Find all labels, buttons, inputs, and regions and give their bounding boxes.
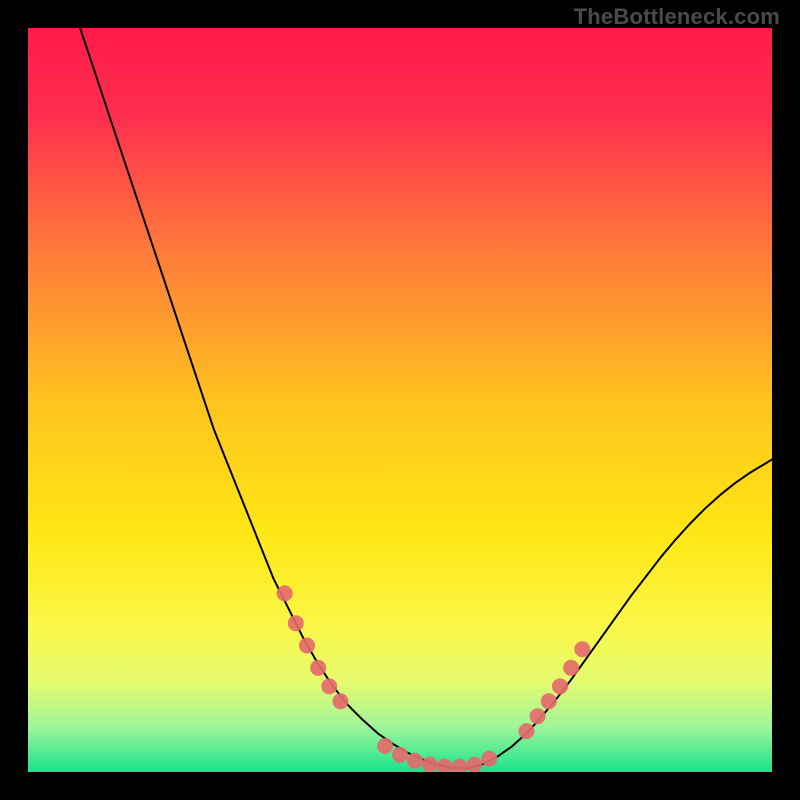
bottleneck-chart [28, 28, 772, 772]
marker-left-markers [333, 693, 349, 709]
marker-left-markers [310, 660, 326, 676]
marker-bottom-markers [377, 738, 393, 754]
marker-right-markers [552, 678, 568, 694]
marker-left-markers [277, 585, 293, 601]
marker-left-markers [321, 678, 337, 694]
marker-right-markers [541, 693, 557, 709]
chart-background [28, 28, 772, 772]
marker-right-markers [530, 708, 546, 724]
watermark-text: TheBottleneck.com [574, 4, 780, 30]
chart-frame: TheBottleneck.com [0, 0, 800, 800]
marker-bottom-markers [422, 757, 438, 772]
marker-right-markers [574, 641, 590, 657]
marker-bottom-markers [407, 753, 423, 769]
marker-bottom-markers [481, 751, 497, 767]
marker-bottom-markers [392, 747, 408, 763]
marker-bottom-markers [466, 757, 482, 772]
marker-left-markers [288, 615, 304, 631]
marker-right-markers [519, 723, 535, 739]
marker-right-markers [563, 660, 579, 676]
marker-left-markers [299, 638, 315, 654]
